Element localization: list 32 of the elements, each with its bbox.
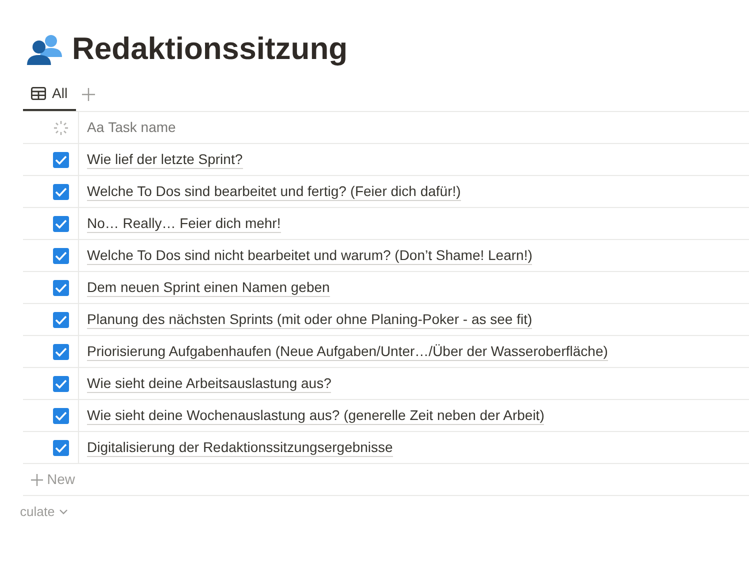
task-link[interactable]: Welche To Dos sind nicht bearbeitet und warum? (Don’t Shame! Learn!) xyxy=(87,246,532,265)
checkbox[interactable] xyxy=(53,408,69,424)
task-link[interactable]: Planung des nächsten Sprints (mit oder ohne Planing-Poker - as see fit) xyxy=(87,310,532,329)
task-link[interactable]: Welche To Dos sind bearbeitet und fertig? (Feier dich dafür!) xyxy=(87,182,461,201)
task-link[interactable]: No… Really… Feier dich mehr! xyxy=(87,214,281,233)
people-icon xyxy=(26,33,64,65)
text-type-label: Aa xyxy=(87,118,104,137)
task-link[interactable]: Dem neuen Sprint einen Namen geben xyxy=(87,278,330,297)
view-tab[interactable]: All xyxy=(23,78,76,111)
task-link[interactable]: Digitalisierung der Redaktionssitzungsergebnisse xyxy=(87,438,393,457)
loading-icon xyxy=(53,120,69,136)
page-title: Redaktionssitzung xyxy=(72,30,348,68)
checkbox[interactable] xyxy=(53,440,69,456)
checkbox[interactable] xyxy=(53,152,69,168)
plus-icon xyxy=(82,88,95,101)
checkbox[interactable] xyxy=(53,376,69,392)
column-header[interactable]: Aa Task name xyxy=(79,117,176,138)
task-link[interactable]: Wie sieht deine Arbeitsauslastung aus? xyxy=(87,374,332,393)
task-link[interactable]: Wie lief der letzte Sprint? xyxy=(87,150,243,169)
checkbox[interactable] xyxy=(53,248,69,264)
checkbox[interactable] xyxy=(53,280,69,296)
plus-icon xyxy=(31,474,43,486)
task-link[interactable]: Wie sieht deine Wochenauslastung aus? (generelle Zeit neben der Arbeit) xyxy=(87,406,544,425)
checkbox[interactable] xyxy=(53,184,69,200)
task-link[interactable]: Priorisierung Aufgabenhaufen (Neue Aufgaben/Unter…/Über der Wasseroberfläche) xyxy=(87,342,608,361)
chevron-icon xyxy=(58,509,68,515)
checkbox[interactable] xyxy=(53,312,69,328)
add-view-button[interactable] xyxy=(80,86,97,103)
checkbox[interactable] xyxy=(53,344,69,360)
column-title: Task name xyxy=(108,118,176,137)
checkbox[interactable] xyxy=(53,216,69,232)
table-icon xyxy=(31,87,46,100)
